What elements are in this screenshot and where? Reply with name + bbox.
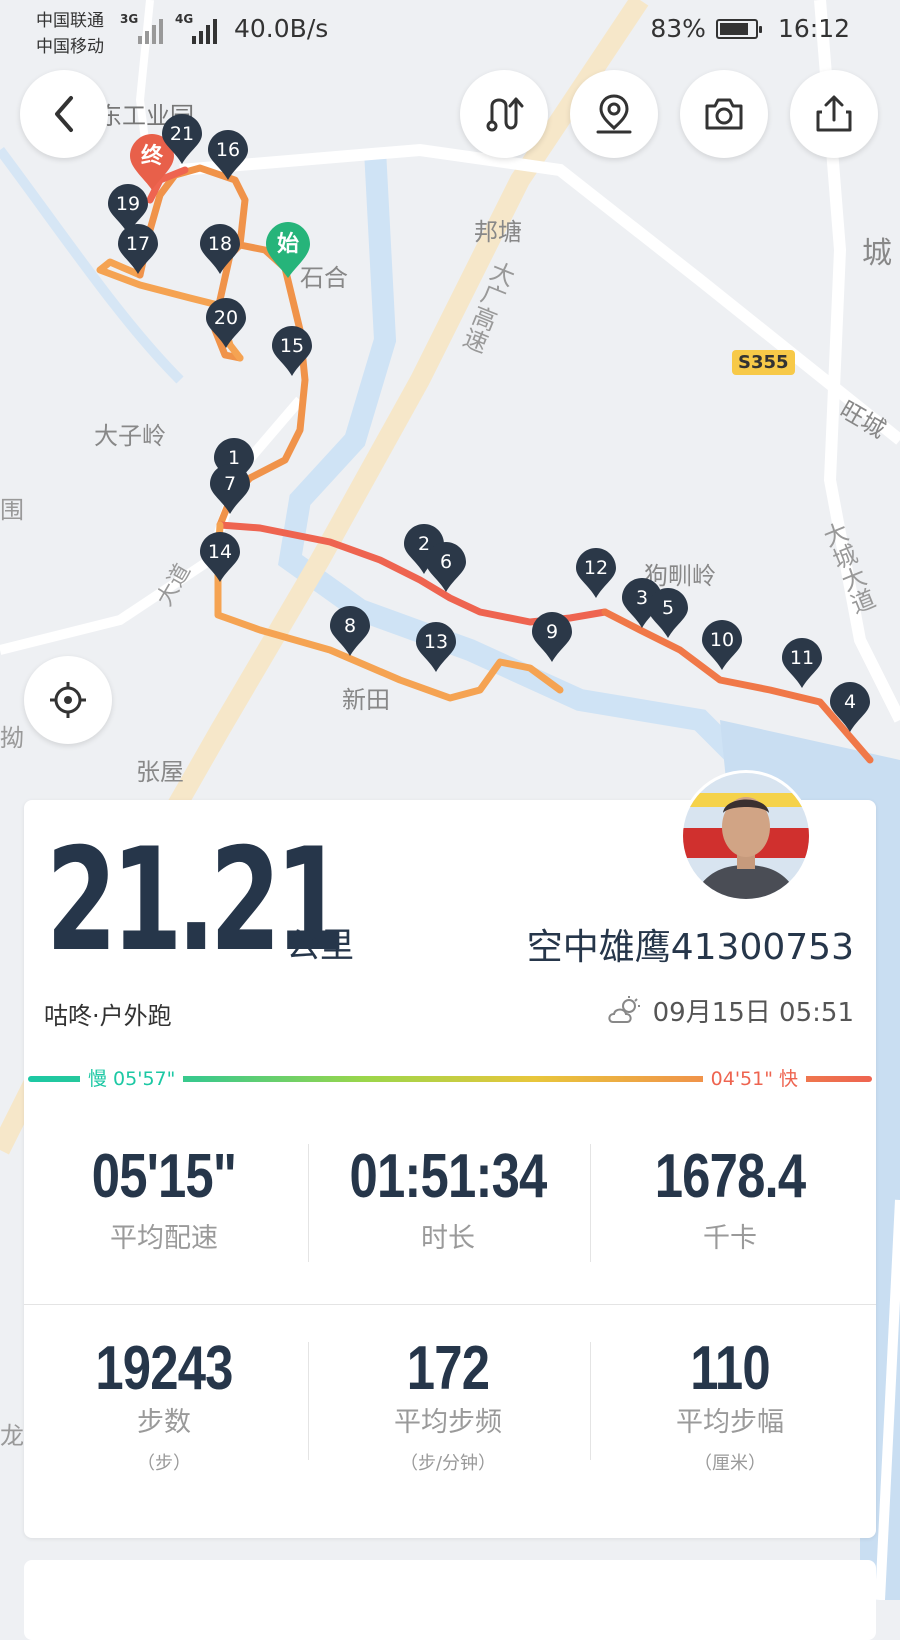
sport-type: 咕咚·户外跑 xyxy=(44,1002,172,1030)
camera-button[interactable] xyxy=(680,70,768,158)
back-button[interactable] xyxy=(20,70,108,158)
username[interactable]: 空中雄鹰41300753 xyxy=(527,918,854,970)
km-marker[interactable]: 12 xyxy=(576,548,616,598)
km-marker-label: 5 xyxy=(661,597,675,619)
distance-unit: 公里 xyxy=(286,926,354,966)
km-marker[interactable]: 13 xyxy=(416,622,456,672)
stat-label: 平均步频 xyxy=(394,1407,502,1438)
stat-label: 时长 xyxy=(421,1223,475,1254)
km-marker-label: 7 xyxy=(223,473,237,495)
share-icon xyxy=(816,95,852,132)
user-photo xyxy=(683,773,809,899)
stat-stride: 110 平均步幅 （厘米） xyxy=(590,1338,870,1475)
stat-label: 平均步幅 xyxy=(676,1407,784,1438)
km-marker-label: 4 xyxy=(843,691,857,713)
crosshair-icon xyxy=(50,682,86,718)
km-marker[interactable]: 4 xyxy=(830,682,870,732)
km-marker[interactable]: 8 xyxy=(330,606,370,656)
signal-icon xyxy=(138,19,163,44)
locate-button[interactable] xyxy=(24,656,112,744)
stat-calories: 1678.4 千卡 xyxy=(590,1146,870,1255)
back-arrow-icon xyxy=(55,96,73,132)
stat-value: 05'15" xyxy=(91,1142,237,1211)
km-marker-label: 15 xyxy=(279,335,305,357)
km-marker[interactable]: 6 xyxy=(426,542,466,592)
next-card xyxy=(24,1560,876,1640)
km-marker[interactable]: 7 xyxy=(210,464,250,514)
battery-fill xyxy=(719,22,749,35)
km-marker-label: 16 xyxy=(215,139,241,161)
signal-icon xyxy=(192,19,217,44)
start-label: 始 xyxy=(276,232,299,257)
km-marker[interactable]: 21 xyxy=(162,114,202,164)
route-replay-button[interactable] xyxy=(460,70,548,158)
stat-value: 110 xyxy=(690,1334,770,1403)
network-speed: 40.0B/s xyxy=(234,14,329,43)
stat-avg-pace: 05'15" 平均配速 xyxy=(24,1146,304,1255)
km-marker-label: 18 xyxy=(207,233,233,255)
stat-unit: （厘米） xyxy=(694,1453,766,1474)
km-marker[interactable]: 10 xyxy=(702,620,742,670)
stat-label: 平均配速 xyxy=(110,1223,218,1254)
carrier-2: 中国移动 xyxy=(36,37,104,57)
workout-datetime: 09月15日 05:51 xyxy=(607,992,854,1029)
battery-percent: 83% xyxy=(650,14,706,43)
stat-value: 19243 xyxy=(95,1334,233,1403)
km-marker[interactable]: 11 xyxy=(782,638,822,688)
km-marker[interactable]: 18 xyxy=(200,224,240,274)
km-marker-label: 10 xyxy=(709,629,735,651)
km-marker-label: 12 xyxy=(583,557,609,579)
summary-card: 21.21 公里 空中雄鹰41300753 咕咚·户外跑 09月15日 05:5… xyxy=(24,800,876,1538)
km-marker[interactable]: 15 xyxy=(272,326,312,376)
km-marker-label: 21 xyxy=(169,123,195,145)
km-marker-label: 13 xyxy=(423,631,449,653)
stat-value: 01:51:34 xyxy=(349,1142,548,1211)
share-button[interactable] xyxy=(790,70,878,158)
datetime-text: 09月15日 05:51 xyxy=(652,998,854,1028)
km-marker-label: 19 xyxy=(115,193,141,215)
stat-cadence: 172 平均步频 （步/分钟） xyxy=(308,1338,588,1475)
km-marker[interactable]: 9 xyxy=(532,612,572,662)
partly-cloudy-icon xyxy=(608,995,640,1023)
location-button[interactable] xyxy=(570,70,658,158)
stat-value: 1678.4 xyxy=(654,1142,806,1211)
avatar[interactable] xyxy=(680,770,812,902)
start-marker[interactable]: 始 xyxy=(266,222,310,278)
km-marker[interactable]: 20 xyxy=(206,298,246,348)
km-marker[interactable]: 19 xyxy=(108,184,148,234)
route-icon xyxy=(486,97,524,132)
carrier-1: 中国联通 xyxy=(36,11,104,31)
stat-steps: 19243 步数 （步） xyxy=(24,1338,304,1475)
pace-scale: 慢 05'57" 04'51" 快 xyxy=(28,1068,872,1090)
km-marker-label: 14 xyxy=(207,541,233,563)
stat-duration: 01:51:34 时长 xyxy=(308,1146,588,1255)
km-marker-label: 11 xyxy=(789,647,815,669)
stat-unit: （步） xyxy=(137,1453,191,1474)
km-marker-label: 8 xyxy=(343,615,357,637)
stat-label: 步数 xyxy=(137,1407,191,1438)
km-marker-label: 9 xyxy=(545,621,559,643)
clock: 16:12 xyxy=(777,14,850,43)
camera-icon xyxy=(705,98,743,130)
km-marker-label: 20 xyxy=(213,307,239,329)
stat-label: 千卡 xyxy=(703,1223,757,1254)
status-bar: 中国联通 中国移动 3G 4G 40.0B/s 83% 16:12 xyxy=(0,0,900,62)
battery-icon xyxy=(715,18,762,39)
pace-slow-label: 慢 05'57" xyxy=(80,1068,184,1090)
km-marker[interactable]: 14 xyxy=(200,532,240,582)
location-pin-icon xyxy=(596,94,632,134)
stats-divider xyxy=(24,1304,876,1305)
pace-fast-label: 04'51" 快 xyxy=(702,1068,806,1090)
km-marker[interactable]: 16 xyxy=(208,130,248,180)
km-marker[interactable]: 5 xyxy=(648,588,688,638)
stat-unit: （步/分钟） xyxy=(399,1453,497,1474)
km-marker-label: 6 xyxy=(439,551,453,573)
stat-value: 172 xyxy=(406,1334,490,1403)
